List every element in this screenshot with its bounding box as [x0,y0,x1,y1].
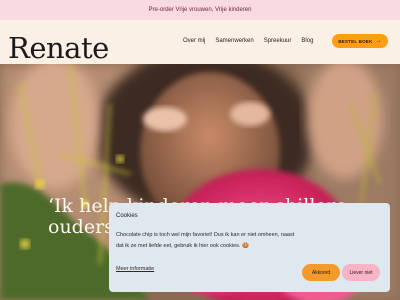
more-info-link[interactable]: Meer informatie [116,266,154,272]
decline-cookies-button[interactable]: Liever niet [342,264,380,281]
announcement-text: Pre-order Vrije vrouwen, Vrije kinderen [148,7,252,13]
nav-item-blog[interactable]: Blog [301,37,313,46]
order-book-button[interactable]: BESTEL BOEK → [332,34,388,48]
nav-item-over-mij[interactable]: Over mij [183,37,205,46]
arrow-right-icon: → [375,38,382,44]
nav-item-spreekuur[interactable]: Spreekuur [264,37,292,46]
nav-item-samenwerken[interactable]: Samenwerken [215,37,253,46]
site-logo[interactable]: Renate [8,33,109,63]
announcement-bar: Pre-order Vrije vrouwen, Vrije kinderen [0,0,400,20]
decline-cookies-label: Liever niet [349,269,373,276]
cookie-banner: Cookies Chocolate chip is toch wel mijn … [109,203,390,292]
cookie-title: Cookies [116,213,138,219]
accept-cookies-label: Akkoord [311,269,331,276]
order-book-label: BESTEL BOEK [338,38,373,44]
cookie-text: Chocolate chip is toch wel mijn favoriet… [116,232,295,249]
accept-cookies-button[interactable]: Akkoord [302,264,340,281]
main-nav: Over mij Samenwerken Spreekuur Blog [183,37,313,46]
